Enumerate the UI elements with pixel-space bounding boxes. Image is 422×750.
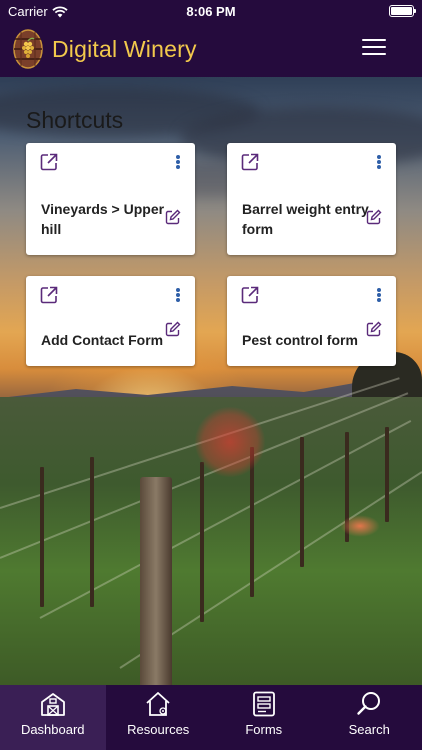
tab-dashboard[interactable]: Dashboard <box>0 685 106 750</box>
house-icon <box>146 692 170 716</box>
shortcut-card-pest-control-form[interactable]: Pest control form <box>227 276 396 366</box>
shortcuts-title: Shortcuts <box>26 107 124 133</box>
search-icon <box>357 692 381 715</box>
hamburger-menu-icon <box>362 39 386 41</box>
app-header: Digital Winery <box>0 24 422 77</box>
clock: 8:06 PM <box>186 4 236 19</box>
tab-label: Dashboard <box>20 722 85 737</box>
tab-label: Search <box>348 722 390 737</box>
barn-icon <box>40 693 65 716</box>
tab-forms[interactable]: Forms <box>211 685 317 750</box>
edit-icon[interactable] <box>366 209 382 225</box>
shortcut-card-add-contact-form[interactable]: Add Contact Form <box>26 276 195 366</box>
more-options-icon[interactable] <box>376 155 382 169</box>
wine-barrel-icon <box>13 29 43 69</box>
form-icon <box>252 691 275 717</box>
tab-label: Forms <box>245 722 283 737</box>
status-bar: Carrier 8:06 PM <box>0 0 422 24</box>
open-link-icon <box>241 153 259 171</box>
tab-resources[interactable]: Resources <box>106 685 212 750</box>
open-link-icon <box>40 153 58 171</box>
hamburger-line <box>362 46 386 48</box>
battery-icon <box>389 5 416 17</box>
open-link-icon <box>40 286 58 304</box>
open-link-icon <box>241 286 259 304</box>
more-options-icon[interactable] <box>376 288 382 302</box>
edit-icon[interactable] <box>165 209 181 225</box>
edit-icon[interactable] <box>366 321 382 337</box>
edit-icon[interactable] <box>165 321 181 337</box>
top-bar: Carrier 8:06 PM Digital Winery <box>0 0 422 77</box>
more-options-icon[interactable] <box>175 155 181 169</box>
tab-label: Resources <box>127 722 190 737</box>
shortcut-card-vineyards-upper-hill[interactable]: Vineyards > Upper hill <box>26 143 195 255</box>
shortcut-card-barrel-weight-entry-form[interactable]: Barrel weight entry form <box>227 143 396 255</box>
more-options-icon[interactable] <box>175 288 181 302</box>
hamburger-menu-button[interactable] <box>362 39 386 59</box>
app-title: Digital Winery <box>52 36 197 62</box>
bottom-tab-bar: Dashboard Resources Forms Search <box>0 685 422 750</box>
tab-search[interactable]: Search <box>317 685 422 750</box>
hamburger-line <box>362 53 386 55</box>
